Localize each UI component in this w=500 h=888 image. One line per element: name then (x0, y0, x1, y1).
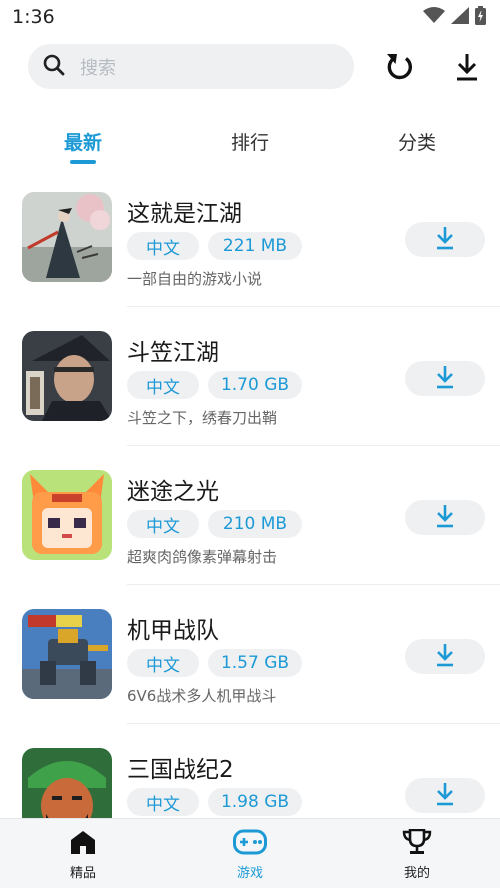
status-bar: 1:36 (0, 0, 500, 34)
nav-item-featured[interactable]: 精品 (43, 829, 123, 881)
size-badge: 1.57 GB (208, 649, 302, 677)
game-title: 斗笠江湖 (127, 340, 219, 366)
status-icons (423, 5, 486, 29)
refresh-icon (384, 54, 416, 86)
download-button[interactable] (405, 639, 485, 674)
search-row: 搜索 (0, 44, 500, 90)
game-row[interactable]: 三国战纪2 中文 1.98 GB (0, 724, 500, 818)
category-tabs: 最新 排行 分类 (0, 120, 500, 164)
language-badge: 中文 (127, 788, 199, 816)
nav-label: 游戏 (236, 866, 263, 881)
trophy-icon (402, 828, 432, 859)
tab-latest[interactable]: 最新 (64, 128, 102, 155)
nav-label: 精品 (69, 866, 96, 881)
download-icon (452, 54, 482, 86)
game-row[interactable]: 机甲战队 中文 1.57 GB 6V6战术多人机甲战斗 (0, 585, 500, 724)
download-button[interactable] (405, 361, 485, 396)
language-badge: 中文 (127, 510, 199, 538)
gamepad-icon (233, 829, 267, 859)
home-icon (70, 829, 96, 859)
language-badge: 中文 (127, 232, 199, 260)
size-badge: 210 MB (208, 510, 302, 538)
download-button[interactable] (405, 778, 485, 813)
game-title: 三国战纪2 (127, 757, 234, 783)
game-row[interactable]: 这就是江湖 中文 221 MB 一部自由的游戏小说 (0, 168, 500, 307)
nav-label: 我的 (403, 866, 430, 881)
battery-icon (475, 5, 486, 29)
game-title: 这就是江湖 (127, 201, 242, 227)
search-placeholder: 搜索 (80, 57, 116, 79)
game-description: 6V6战术多人机甲战斗 (127, 687, 277, 705)
download-icon (434, 643, 456, 671)
game-row[interactable]: 迷途之光 中文 210 MB 超爽肉鸽像素弹幕射击 (0, 446, 500, 585)
game-description: 斗笠之下，绣春刀出鞘 (127, 409, 278, 427)
tab-categories[interactable]: 分类 (398, 128, 436, 155)
active-tab-indicator (70, 160, 96, 164)
game-title: 机甲战队 (127, 618, 219, 644)
search-input[interactable]: 搜索 (28, 44, 354, 89)
mech-robot-icon (22, 609, 112, 699)
nav-item-games[interactable]: 游戏 (210, 829, 290, 881)
wifi-icon (423, 7, 445, 27)
size-badge: 221 MB (208, 232, 302, 260)
download-button[interactable] (405, 500, 485, 535)
language-badge: 中文 (127, 649, 199, 677)
download-icon (434, 504, 456, 532)
jianghu-ink-icon (22, 192, 112, 282)
game-row[interactable]: 斗笠江湖 中文 1.70 GB 斗笠之下，绣春刀出鞘 (0, 307, 500, 446)
tab-ranking[interactable]: 排行 (231, 128, 269, 155)
size-badge: 1.70 GB (208, 371, 302, 399)
game-title: 迷途之光 (127, 479, 219, 505)
nav-item-mine[interactable]: 我的 (377, 828, 457, 881)
game-description: 一部自由的游戏小说 (127, 270, 263, 288)
game-description: 超爽肉鸽像素弹幕射击 (127, 548, 278, 566)
guan-yu-icon (22, 748, 112, 818)
cellular-signal-icon (451, 6, 469, 28)
size-badge: 1.98 GB (208, 788, 302, 816)
game-list: 这就是江湖 中文 221 MB 一部自由的游戏小说 斗笠江湖 中文 1.70 G… (0, 168, 500, 818)
refresh-button[interactable] (384, 52, 416, 82)
downloads-button[interactable] (452, 52, 482, 82)
bottom-nav: 精品 游戏 我的 (0, 818, 500, 888)
download-button[interactable] (405, 222, 485, 257)
language-badge: 中文 (127, 371, 199, 399)
status-time: 1:36 (12, 6, 55, 28)
pixel-fox-girl-icon (22, 470, 112, 560)
download-icon (434, 226, 456, 254)
search-icon (42, 53, 66, 81)
download-icon (434, 365, 456, 393)
download-icon (434, 782, 456, 810)
douli-warrior-icon (22, 331, 112, 421)
